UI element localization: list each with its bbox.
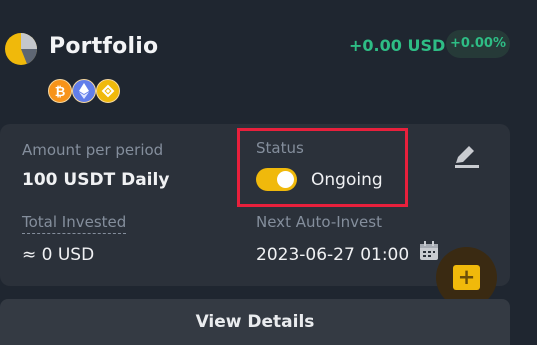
pnl-value: +0.00 USD <box>349 36 446 55</box>
page-title: Portfolio <box>49 34 159 59</box>
next-invest-label: Next Auto-Invest <box>256 213 382 231</box>
bitcoin-icon: ₿ <box>48 79 72 103</box>
portfolio-pie-icon <box>5 33 37 65</box>
edit-icon[interactable] <box>453 143 481 169</box>
pnl-percent-badge: +0.00% <box>446 30 510 58</box>
amount-value: 100 USDT Daily <box>22 170 170 190</box>
ethereum-icon <box>72 79 96 103</box>
bnb-icon <box>96 79 120 103</box>
total-invested-label[interactable]: Total Invested <box>22 213 127 234</box>
calendar-icon[interactable] <box>418 240 440 262</box>
amount-label: Amount per period <box>22 141 164 159</box>
total-invested-value: ≈ 0 USD <box>22 245 95 265</box>
view-details-button[interactable]: View Details <box>0 299 510 345</box>
next-invest-value: 2023-06-27 01:00 <box>256 245 410 265</box>
status-highlight-box <box>237 128 408 207</box>
plus-icon: + <box>453 265 480 290</box>
svg-text:₿: ₿ <box>55 85 66 100</box>
